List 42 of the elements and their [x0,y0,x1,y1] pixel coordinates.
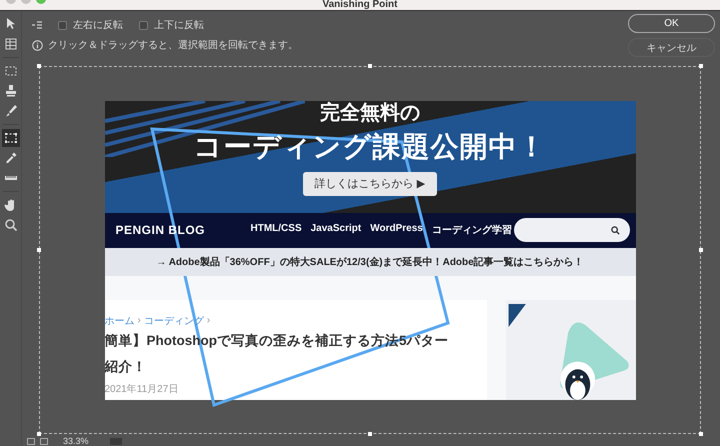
checkbox-label: 左右に反転 [73,19,123,32]
search-field[interactable] [514,218,630,242]
ok-button[interactable]: OK [628,14,715,33]
resize-handle[interactable] [368,64,372,68]
transform-icon[interactable] [4,131,18,145]
checkbox[interactable] [58,20,67,30]
breadcrumb-separator: › [138,315,141,326]
list-icon[interactable] [32,21,42,29]
cancel-button[interactable]: キャンセル [628,38,715,57]
dashed-rectangle-icon[interactable] [4,64,18,78]
zoom-icon[interactable] [4,218,18,232]
resize-handle[interactable] [37,248,41,252]
hint-text: クリック＆ドラッグすると、選択範囲を回転できます。 [48,39,298,52]
grid-icon[interactable] [4,37,18,51]
checkbox-option[interactable]: 上下に反転 [139,18,204,32]
resize-handle[interactable] [37,64,41,68]
resize-handle[interactable] [37,432,41,436]
checkbox[interactable] [139,20,148,30]
window-title: Vanishing Point [322,0,398,10]
search-icon [610,226,620,234]
resize-handle[interactable] [368,432,372,436]
zoom-level: 33.3% [63,437,89,446]
details-button[interactable]: 詳しくはこちらから ▶ [303,172,437,196]
checkbox-option[interactable]: 左右に反転 [58,18,123,32]
breadcrumb-separator: › [206,315,210,326]
eyedropper-icon[interactable] [4,151,18,165]
info-icon [32,40,43,50]
resize-handle[interactable] [699,432,703,436]
resize-handle[interactable] [699,248,703,252]
nav-link[interactable]: WordPress [370,223,423,237]
brush-icon[interactable] [4,104,18,118]
sale-notice[interactable]: → Adobe製品「36%OFF」の特大SALEが12/3(金)まで延長中！Adobe記事一覧はこちらから！ [104,248,636,276]
nav-link[interactable]: コーディング学習 [432,223,512,237]
banner-heading: コーディング課題公開中！ [194,130,546,164]
banner-heading: 完全無料の [320,102,420,124]
article-title: 紹介！ [104,358,148,376]
stamp-icon[interactable] [4,84,18,98]
nav-link[interactable]: HTML/CSS [250,223,302,237]
resize-handle[interactable] [699,64,703,68]
article-date: 2021年11月27日 [104,382,180,396]
nav-link[interactable]: JavaScript [310,223,362,237]
checkbox-label: 上下に反転 [154,18,204,32]
